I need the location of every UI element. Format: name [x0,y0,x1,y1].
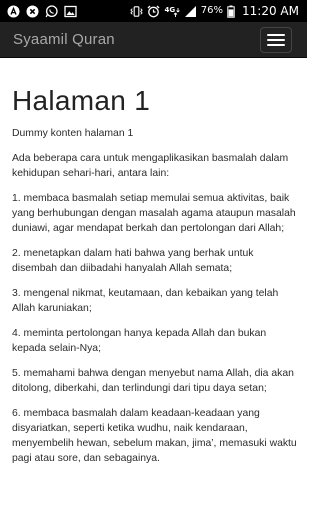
alarm-icon [147,5,160,18]
hamburger-icon [267,38,285,41]
image-icon [64,5,77,18]
list-item: 5. memahami bahwa dengan menyebut nama A… [12,368,294,394]
status-bar: 4G 76% 11:20 AM [0,0,307,22]
4g-icon: 4G [164,5,180,18]
page-title: Halaman 1 [12,85,151,116]
hamburger-icon [267,33,285,36]
clock-time: 11:20 AM [242,4,299,18]
list-item: 4. meminta pertolongan hanya kepada Alla… [12,328,267,354]
signal-icon [184,5,197,18]
whatsapp-icon [45,4,58,18]
svg-text:4G: 4G [164,6,175,14]
dummy-text: Dummy konten halaman 1 [12,128,134,139]
system-indicators: 4G 76% 11:20 AM [130,5,299,18]
a-circle-icon [7,5,20,18]
menu-toggle-button[interactable] [260,26,292,53]
x-circle-icon [26,5,39,18]
hamburger-icon [267,43,285,46]
brand-title[interactable]: Syaamil Quran [13,31,115,48]
list-item: 1. membaca basmalah setiap memulai semua… [12,193,296,234]
list-item: 3. mengenal nikmat, keutamaan, dan kebai… [12,288,279,314]
main-content: Halaman 1 Dummy konten halaman 1 Ada beb… [12,58,298,466]
notification-icons [7,4,77,18]
list-item: 6. membaca basmalah dalam keadaan-keadaa… [12,408,297,464]
vibrate-icon [130,5,143,18]
battery-percent: 76% [200,5,224,16]
list-item: 2. menetapkan dalam hati bahwa yang berh… [12,248,254,274]
intro-paragraph: Ada beberapa cara untuk mengaplikasikan … [12,153,289,179]
app-bar: Syaamil Quran [0,22,307,58]
battery-icon [227,5,235,18]
